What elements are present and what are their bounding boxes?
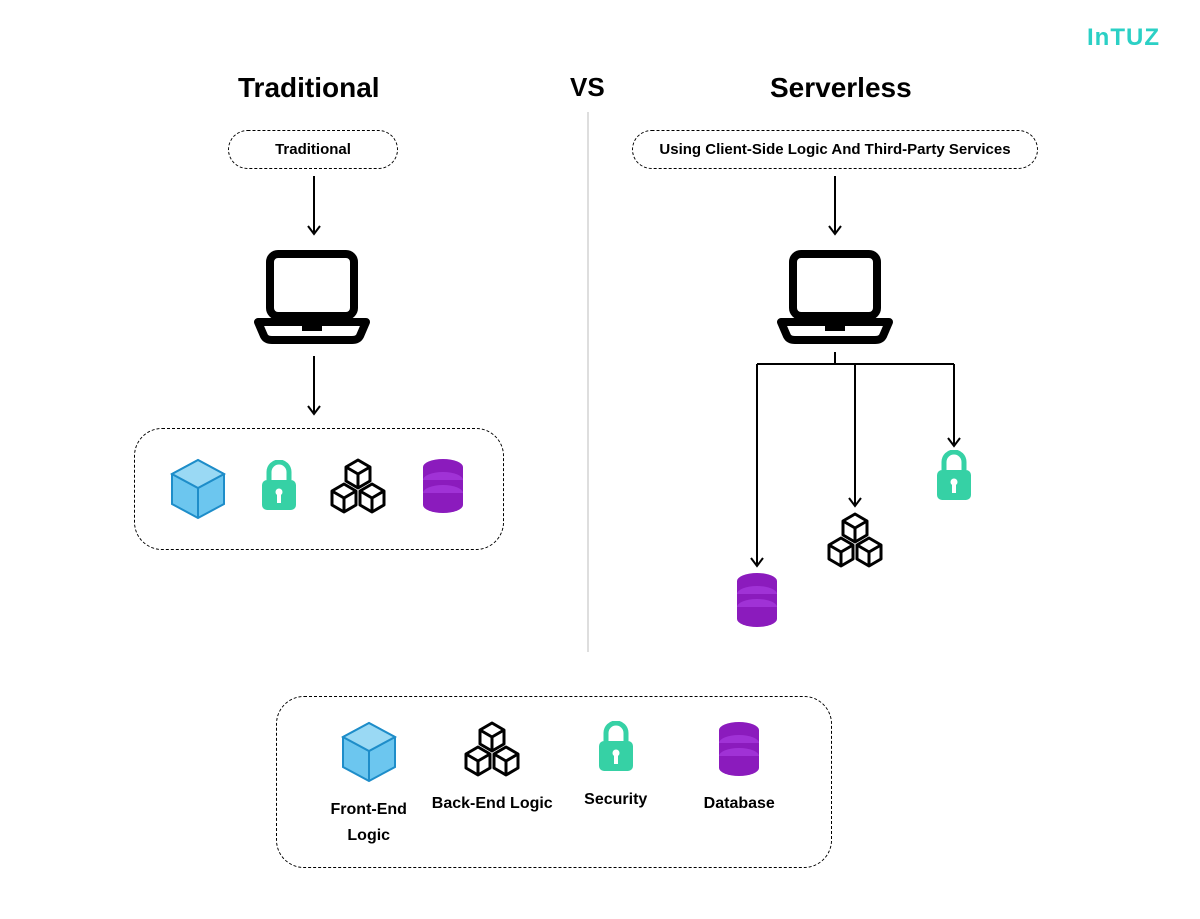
cube-icon <box>170 458 226 520</box>
legend-label: Security <box>584 787 647 813</box>
legend-item-backend: Back-End Logic <box>431 721 555 817</box>
legend-item-database: Database <box>678 721 802 817</box>
modules-icon <box>827 512 883 568</box>
legend-item-frontend: Front-End Logic <box>307 721 431 848</box>
modules-icon <box>330 458 386 514</box>
cube-icon <box>341 721 397 783</box>
lock-icon <box>933 450 975 502</box>
heading-serverless: Serverless <box>770 72 912 104</box>
brand-logo: InTUZ <box>1087 24 1160 52</box>
legend-label: Front-End Logic <box>307 797 431 848</box>
legend-label: Database <box>704 791 775 817</box>
arrow-down-icon <box>306 356 322 420</box>
lock-icon <box>595 721 637 773</box>
modules-icon <box>464 721 520 777</box>
legend-box: Front-End Logic Back-End Logic Security <box>276 696 832 868</box>
pill-traditional: Traditional <box>228 130 398 169</box>
arrow-down-icon <box>306 176 322 240</box>
pill-serverless: Using Client-Side Logic And Third-Party … <box>632 130 1038 169</box>
legend-item-security: Security <box>554 721 678 813</box>
database-icon <box>734 572 780 628</box>
heading-vs: VS <box>570 72 605 103</box>
lock-icon <box>258 460 300 512</box>
database-icon <box>716 721 762 777</box>
heading-traditional: Traditional <box>238 72 380 104</box>
database-icon <box>420 458 466 514</box>
legend-label: Back-End Logic <box>432 791 553 817</box>
laptop-icon <box>252 248 372 344</box>
arrow-down-icon <box>827 176 843 240</box>
laptop-icon <box>775 248 895 344</box>
divider-line <box>587 112 589 652</box>
